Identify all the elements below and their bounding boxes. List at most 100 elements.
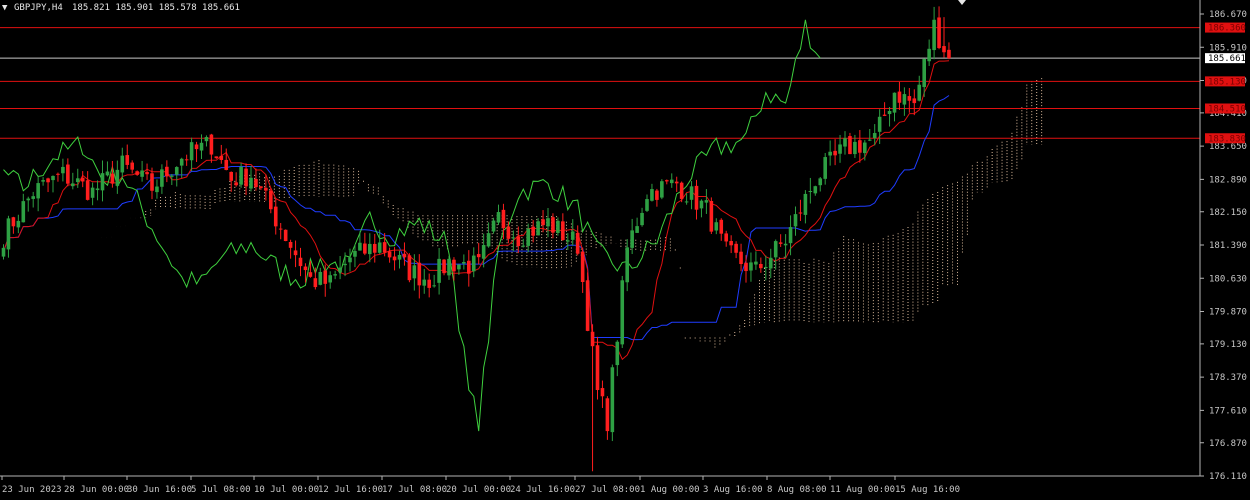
candle-body <box>1 247 6 257</box>
candle-body <box>907 96 912 101</box>
candle-body <box>219 155 224 160</box>
candle-body <box>412 265 417 279</box>
y-tick-label: 176.870 <box>1209 439 1247 449</box>
level-tag-label: 184.510 <box>1208 105 1246 115</box>
candle-body <box>115 169 120 186</box>
candle-body <box>447 258 451 276</box>
candle-body <box>665 180 669 182</box>
candle-body <box>308 272 313 277</box>
x-tick-label: 3 Aug 16:00 <box>703 485 763 495</box>
candle-body <box>630 230 634 248</box>
candle-body <box>11 217 16 227</box>
candle-body <box>575 232 580 254</box>
candle-body <box>452 259 456 272</box>
candle-body <box>620 280 625 345</box>
y-tick-label: 176.110 <box>1209 472 1247 482</box>
candle-body <box>120 155 125 173</box>
candle-body <box>798 212 803 214</box>
candle-body <box>407 255 412 281</box>
candle-body <box>689 186 694 200</box>
candle-body <box>481 245 486 259</box>
candle-body <box>863 142 867 154</box>
candle-body <box>135 171 139 175</box>
candle-body <box>590 331 595 347</box>
candle-body <box>273 206 278 227</box>
y-tick-label: 180.630 <box>1209 274 1247 284</box>
candle-body <box>882 114 887 116</box>
candle-body <box>382 242 387 253</box>
candle-body <box>6 218 11 250</box>
candle-body <box>838 144 842 154</box>
candle-body <box>125 155 130 165</box>
candle-body <box>679 182 684 199</box>
candle-body <box>417 262 422 286</box>
candle-body <box>71 183 75 187</box>
candle-body <box>353 250 357 257</box>
candle-body <box>744 262 748 272</box>
candle-body <box>704 200 709 203</box>
candle-body <box>288 241 293 248</box>
candle-body <box>788 227 793 244</box>
candle-body <box>298 257 303 267</box>
candle-body <box>293 250 298 256</box>
candle-body <box>51 175 55 181</box>
candle-body <box>674 181 679 184</box>
x-tick-label: 1 Aug 00:00 <box>640 485 700 495</box>
candle-body <box>259 186 263 189</box>
candle-body <box>95 188 100 191</box>
candle-body <box>46 178 50 183</box>
candle-body <box>521 245 526 247</box>
candle-body <box>556 220 560 233</box>
candle-body <box>229 171 233 181</box>
chart-shift-icon <box>958 0 966 5</box>
y-tick-label: 186.670 <box>1209 10 1247 20</box>
candle-body <box>249 177 253 189</box>
candle-body <box>174 167 179 175</box>
candle-body <box>61 166 65 174</box>
candle-body <box>585 280 590 331</box>
candle-body <box>467 260 471 274</box>
y-tick-label: 178.370 <box>1209 373 1247 383</box>
y-tick-label: 179.130 <box>1209 340 1247 350</box>
candle-body <box>764 266 768 268</box>
x-tick-label: 28 Jun 00:00 <box>64 485 129 495</box>
candle-body <box>184 159 189 161</box>
candle-body <box>887 110 892 115</box>
price-chart[interactable]: ▼ GBPJPY,H4 185.821 185.901 185.578 185.… <box>0 0 1250 500</box>
candle-body <box>793 214 798 227</box>
x-tick-label: 20 Jul 00:00 <box>446 485 511 495</box>
header-symbol: GBPJPY,H4 <box>14 3 63 13</box>
x-tick-label: 8 Aug 08:00 <box>767 485 827 495</box>
candle-body <box>66 164 70 184</box>
candle-body <box>377 242 382 253</box>
candle-body <box>754 261 758 265</box>
candle-body <box>368 243 372 255</box>
candle-body <box>462 262 466 264</box>
candle-body <box>165 166 169 177</box>
candle-body <box>877 116 882 132</box>
candle-body <box>437 258 441 283</box>
level-tag-label: 185.130 <box>1208 77 1246 87</box>
x-tick-label: 11 Aug 00:00 <box>830 485 895 495</box>
candle-body <box>442 259 446 274</box>
candle-body <box>511 237 516 239</box>
candle-body <box>858 140 862 153</box>
candle-body <box>719 219 724 234</box>
candle-body <box>808 191 813 193</box>
candle-body <box>709 200 714 232</box>
candle-body <box>85 180 90 200</box>
candle-body <box>561 221 565 240</box>
candle-body <box>170 175 174 177</box>
candle-body <box>486 233 491 247</box>
candle-body <box>387 251 392 258</box>
candle-body <box>491 220 496 232</box>
candle-body <box>580 251 585 283</box>
candle-body <box>867 139 872 141</box>
candle-body <box>209 134 214 155</box>
candle-body <box>813 186 818 194</box>
x-tick-label: 15 Aug 16:00 <box>895 485 960 495</box>
candle-body <box>323 270 328 284</box>
kijun-sen-line <box>3 95 950 341</box>
candle-body <box>699 200 704 209</box>
header-arrow-icon: ▼ <box>2 3 8 13</box>
